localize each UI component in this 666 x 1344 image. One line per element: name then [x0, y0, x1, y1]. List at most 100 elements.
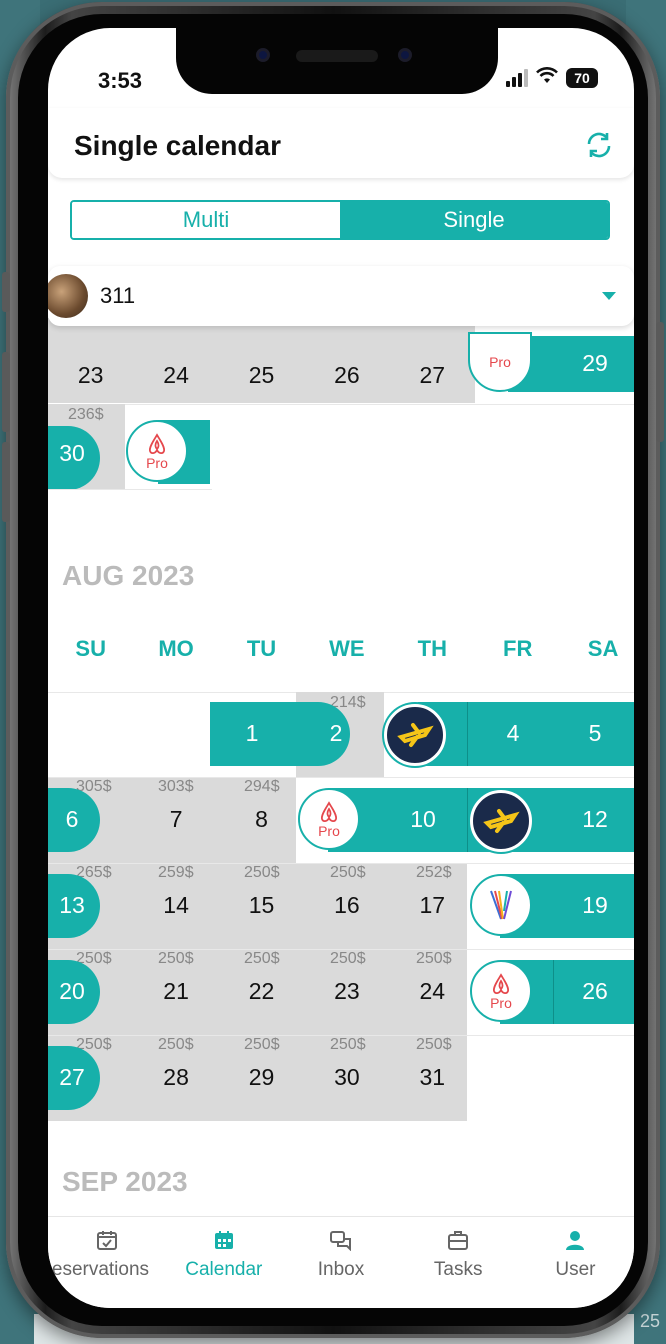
bar-divider — [467, 702, 468, 766]
property-avatar — [48, 274, 88, 318]
weekday-label: TH — [417, 636, 447, 661]
airbnb-pro-badge: Pro — [470, 960, 532, 1022]
calendar-day[interactable]: 24 — [133, 326, 218, 411]
month-title-sep: SEP 2023 — [62, 1166, 188, 1197]
day-price: 250$ — [244, 1036, 280, 1053]
day-number: 19 — [582, 892, 608, 918]
airbnb-icon — [320, 801, 338, 823]
tab-label: User — [555, 1259, 596, 1280]
day-number: 1 — [245, 720, 259, 746]
calendar-day[interactable]: 25 — [219, 326, 304, 411]
status-icons: 70 — [506, 66, 598, 90]
day-number: 12 — [582, 806, 608, 832]
day-price: 303$ — [158, 778, 194, 795]
calendar-day[interactable]: 23 — [48, 326, 133, 411]
expedia-badge — [384, 704, 446, 766]
camera-icon — [256, 48, 270, 62]
battery-icon: 70 — [566, 68, 598, 88]
day-number: 30 — [59, 440, 85, 466]
bar-divider — [467, 788, 468, 852]
airbnb-pro-badge: Pro — [298, 788, 360, 850]
day-number: 10 — [410, 806, 436, 832]
row-divider — [48, 489, 212, 490]
day-number: 20 — [59, 978, 85, 1004]
tab-label: Calendar — [185, 1259, 263, 1280]
weekday-label: SU — [75, 636, 106, 661]
day-number: 17 — [419, 892, 446, 918]
month-title-aug: AUG 2023 — [62, 560, 195, 591]
notch — [176, 28, 498, 94]
sensor-icon — [398, 48, 412, 62]
tab-label: Tasks — [433, 1259, 483, 1280]
mute-switch — [2, 272, 10, 312]
day-number: 26 — [582, 978, 608, 1004]
tab-calendar[interactable]: Calendar — [165, 1217, 282, 1308]
calendar: 23 24 25 26 27 Pro 29 236$ 30 Pro AUG 20… — [48, 318, 634, 1206]
day-price: 250$ — [158, 950, 194, 967]
day-number: 5 — [588, 720, 602, 746]
multi-tab[interactable]: Multi — [72, 202, 340, 238]
airbnb-pro-badge: Pro — [126, 420, 188, 482]
day-price: 259$ — [158, 864, 194, 881]
airbnb-icon — [492, 973, 510, 995]
calendar-day[interactable]: 27 — [390, 326, 475, 411]
page-title: Single calendar — [74, 130, 281, 161]
day-number: 31 — [419, 1064, 446, 1090]
property-selector[interactable]: 311 — [48, 266, 634, 326]
bottom-tab-bar: Reservations Calendar Inbox Tasks User — [48, 1216, 634, 1308]
day-number: 7 — [169, 806, 183, 832]
volume-up-button — [2, 352, 10, 432]
row-divider — [48, 404, 634, 405]
day-price: 252$ — [416, 864, 452, 881]
day-number: 23 — [334, 978, 360, 1004]
day-number: 30 — [334, 1064, 360, 1090]
refresh-icon[interactable] — [584, 130, 614, 160]
airbnb-icon — [148, 433, 166, 455]
day-number: 24 — [163, 362, 189, 388]
vrbo-badge — [470, 874, 532, 936]
calendar-grid-icon — [214, 1231, 233, 1249]
tab-user[interactable]: User — [517, 1217, 634, 1308]
day-number: 21 — [163, 978, 189, 1004]
single-tab[interactable]: Single — [340, 202, 608, 238]
calendar-check-icon — [96, 1231, 117, 1250]
pro-label: Pro — [318, 823, 340, 839]
day-number: 4 — [506, 720, 520, 746]
weekday-label: TU — [246, 636, 277, 661]
day-price: 294$ — [244, 778, 280, 795]
day-price: 250$ — [330, 864, 366, 881]
day-number: 16 — [334, 892, 360, 918]
app-header: Single calendar — [48, 108, 634, 178]
day-price: 236$ — [68, 406, 104, 423]
chevron-down-icon[interactable] — [602, 292, 616, 300]
briefcase-icon — [448, 1231, 469, 1250]
day-price: 250$ — [416, 1036, 452, 1053]
weekday-label: FR — [503, 636, 533, 661]
day-number: 8 — [255, 806, 268, 832]
app-screen: 3:53 70 Single calendar Multi Single 311… — [48, 28, 634, 1308]
tab-tasks[interactable]: Tasks — [400, 1217, 517, 1308]
wifi-icon — [536, 66, 558, 90]
background-corner-text: 25 — [639, 1311, 660, 1331]
user-icon — [566, 1231, 585, 1250]
tab-reservations[interactable]: Reservations — [48, 1217, 165, 1308]
weekday-label: SA — [587, 636, 619, 661]
status-time: 3:53 — [98, 68, 143, 93]
day-number: 2 — [329, 720, 343, 746]
phone-frame: 3:53 70 Single calendar Multi Single 311… — [2, 2, 664, 1338]
day-price: 250$ — [330, 950, 366, 967]
plane-icon — [397, 723, 434, 747]
day-number: 27 — [419, 362, 446, 388]
power-button — [656, 322, 664, 442]
speaker-grille — [296, 50, 378, 62]
property-name: 311 — [100, 283, 136, 308]
day-number: 15 — [248, 892, 275, 918]
bar-divider — [553, 960, 554, 1024]
plane-icon — [483, 809, 520, 833]
day-number: 25 — [248, 362, 275, 388]
tab-label: Reservations — [48, 1259, 150, 1280]
calendar-day[interactable]: 26 — [304, 326, 389, 411]
expedia-badge — [470, 790, 532, 852]
day-number: 13 — [59, 892, 85, 918]
tab-inbox[interactable]: Inbox — [282, 1217, 399, 1308]
